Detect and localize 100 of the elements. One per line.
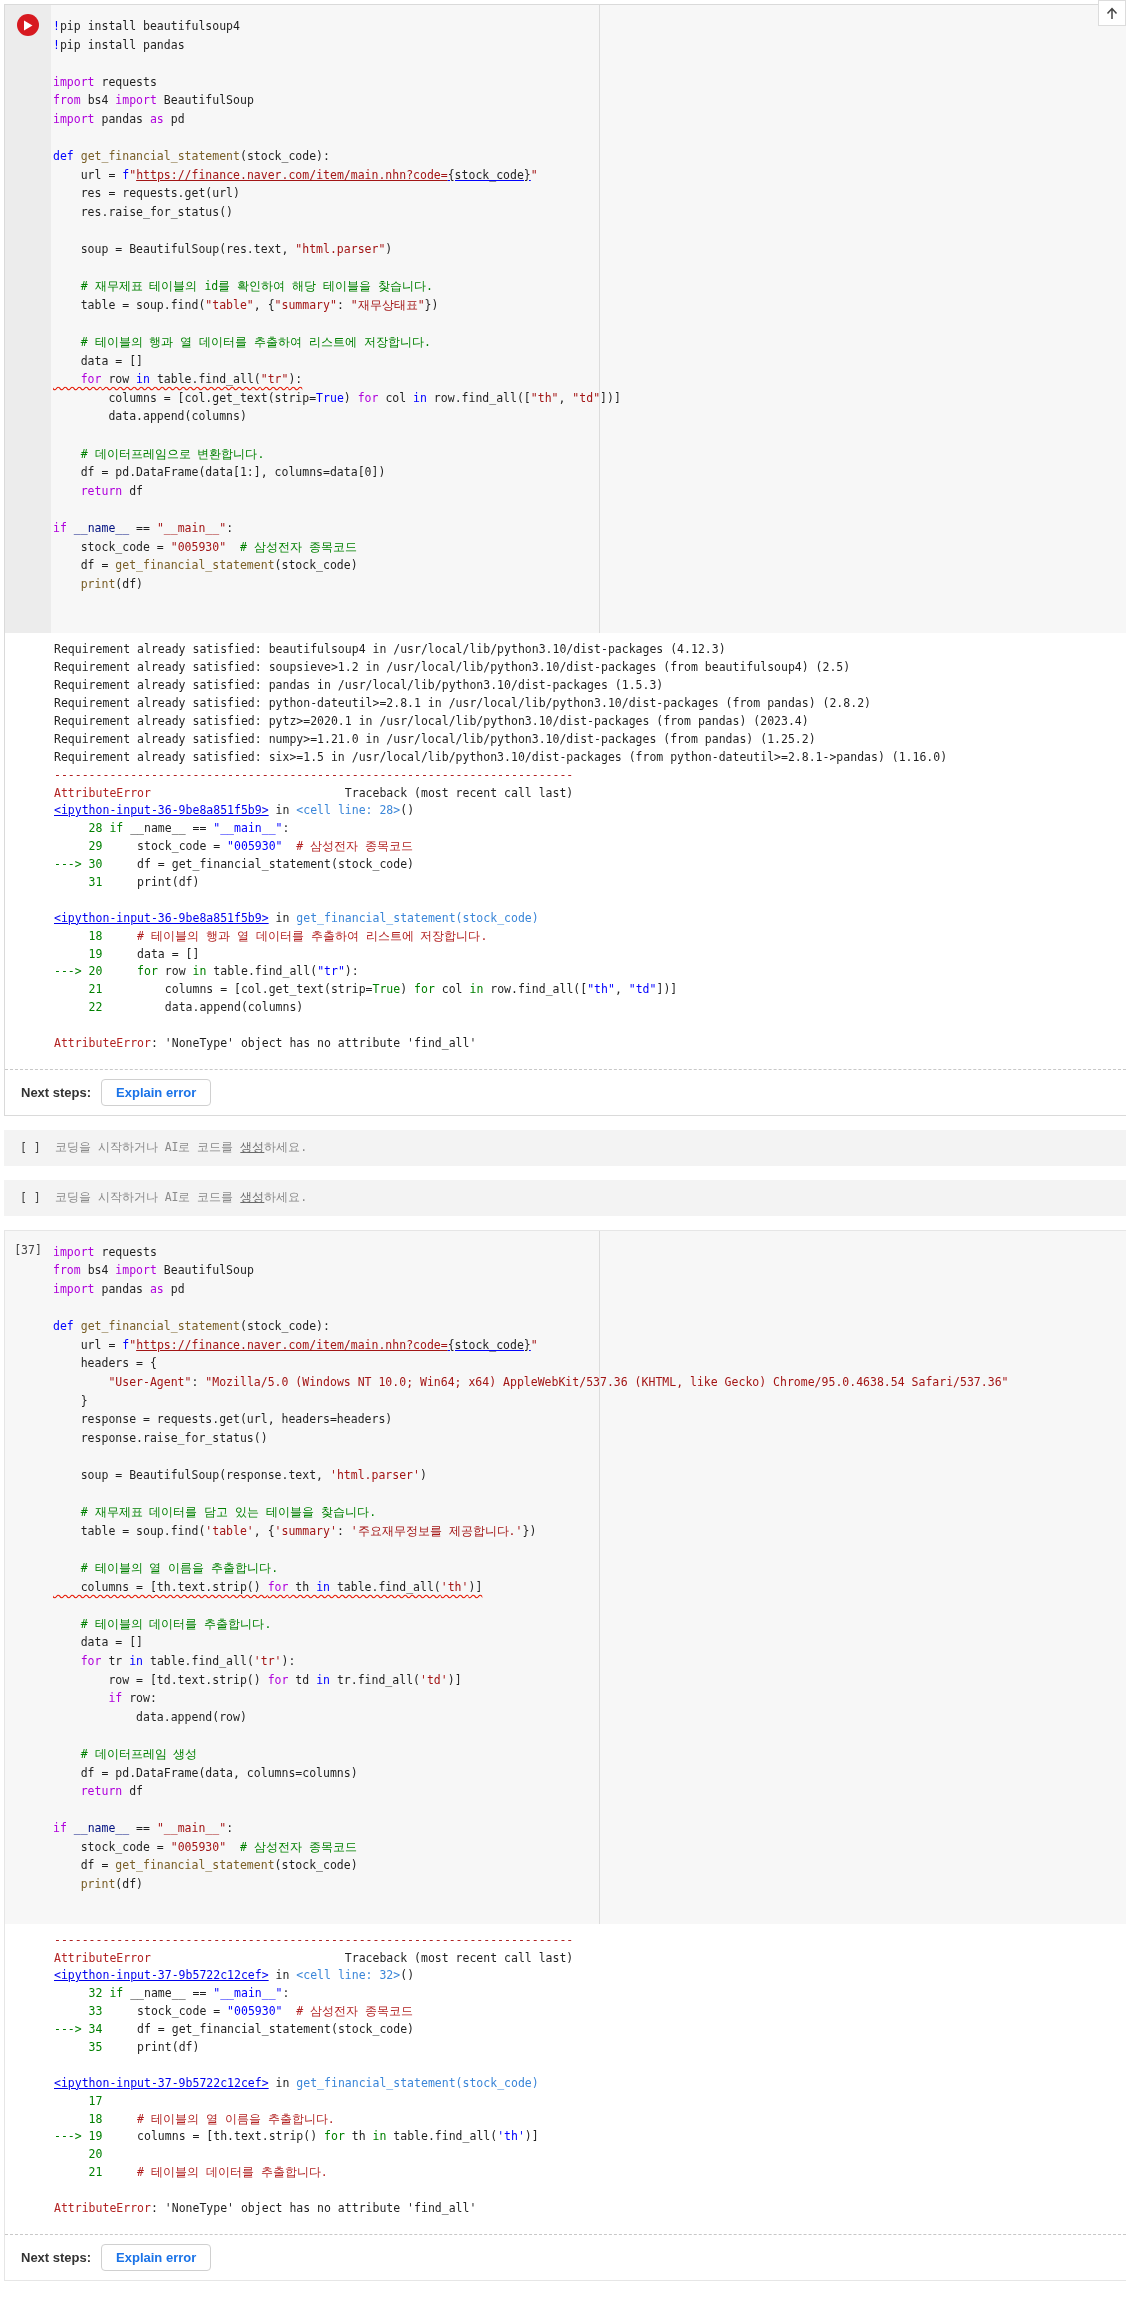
output-line: <ipython-input-36-9be8a851f5b9> in get_financial_statement(stock_code) [54, 909, 539, 927]
output-line: 21 # 테이블의 데이터를 추출합니다. [87, 2164, 328, 2182]
code-line: response.raise_for_status() [79, 1429, 268, 1447]
output-line: ---> 19 columns = [th.text.strip() for th in table.find_all('th')] [54, 2128, 539, 2146]
execution-count: [ ] [20, 1140, 41, 1158]
code-line: def get_financial_statement(stock_code): [53, 148, 330, 166]
traceback-link[interactable]: <ipython-input-36-9be8a851f5b9> [54, 803, 269, 818]
empty-code-cell[interactable]: [ ] 코딩을 시작하거나 AI로 코드를 생성하세요. [4, 1129, 1126, 1166]
output-line: 35 print(df) [87, 2039, 200, 2056]
code-line: df = get_financial_statement(stock_code) [79, 557, 358, 575]
empty-code-cell[interactable]: [ ] 코딩을 시작하거나 AI로 코드를 생성하세요. [4, 1179, 1126, 1216]
code-line: url = f"https://finance.naver.com/item/main.nhn?code={stock_code}" [79, 1336, 538, 1354]
next-steps-label: Next steps: [21, 1084, 92, 1100]
output-line: 32 if __name__ == "__main__": [87, 1985, 290, 2003]
code-line: soup = BeautifulSoup(response.text, 'html.parser') [79, 1467, 427, 1484]
traceback-link[interactable]: <ipython-input-36-9be8a851f5b9> [54, 910, 269, 925]
code-line: data.append(row) [135, 1708, 247, 1726]
traceback-link[interactable]: <ipython-input-37-9b5722c12cef> [54, 2075, 269, 2090]
output-line: 17 [87, 2092, 103, 2110]
next-steps-label: Next steps: [21, 2249, 92, 2265]
code-line: print(df) [79, 575, 143, 593]
output-line: ---> 30 df = get_financial_statement(stock_code) [54, 856, 415, 874]
output-line: 19 data = [] [87, 945, 200, 963]
code-line: table = soup.find('table', {'summary': '주요재무정보를 제공합니다.'}) [79, 1522, 537, 1540]
code-line: data = [] [79, 352, 143, 370]
code-line: from bs4 import BeautifulSoup [53, 92, 254, 110]
output-line: <ipython-input-37-9b5722c12cef> in <cell line: 32>() [54, 1967, 415, 1985]
code-line: data = [] [79, 1634, 143, 1652]
code-line: table = soup.find("table", {"summary": "재무상태표"}) [79, 296, 439, 314]
output-line: Requirement already satisfied: pytz>=2020.1 in /usr/local/lib/python3.10/dist-packages (from pandas) (2023.4) [54, 712, 809, 730]
code-line: print(df) [79, 1876, 143, 1894]
code-line: } [79, 1392, 88, 1410]
code-line: import requests [53, 73, 157, 91]
code-line: if __name__ == "__main__": [53, 520, 234, 538]
output-line: Requirement already satisfied: soupsieve>1.2 in /usr/local/lib/python3.10/dist-packages (from beautifulsoup4) (2.5) [54, 659, 851, 677]
code-line: # 재무제표 테이블의 id를 확인하여 해당 테이블을 찾습니다. [79, 278, 433, 296]
code-line: !pip install beautifulsoup4 [53, 18, 240, 35]
output-line: <ipython-input-37-9b5722c12cef> in get_financial_statement(stock_code) [54, 2074, 539, 2092]
code-line: data.append(columns) [107, 408, 247, 426]
output-line: 28 if __name__ == "__main__": [87, 820, 290, 838]
output-line: 31 print(df) [87, 874, 200, 891]
output-line: ---> 34 df = get_financial_statement(stock_code) [54, 2021, 415, 2039]
code-line: from bs4 import BeautifulSoup [53, 1262, 254, 1280]
code-line: import pandas as pd [53, 1281, 185, 1299]
cell-placeholder: 코딩을 시작하거나 AI로 코드를 생성하세요. [54, 1140, 308, 1156]
arrow-up-button[interactable] [1098, 0, 1126, 26]
explain-error-button[interactable]: Explain error [101, 1078, 212, 1106]
output-line: Requirement already satisfied: python-dateutil>=2.8.1 in /usr/local/lib/python3.10/dist-packages (from pandas) (2.8.2) [54, 695, 871, 713]
code-line: if __name__ == "__main__": [53, 1820, 234, 1838]
output-line: 33 stock_code = "005930" # 삼성전자 종목코드 [87, 2003, 414, 2021]
output-line: AttributeError: 'NoneType' object has no attribute 'find_all' [54, 1035, 477, 1052]
execution-count: [ ] [20, 1190, 41, 1208]
code-line: df = get_financial_statement(stock_code) [79, 1857, 358, 1875]
code-line: response = requests.get(url, headers=headers) [79, 1411, 393, 1429]
output-line: 20 [87, 2146, 103, 2164]
code-line: res = requests.get(url) [79, 185, 240, 203]
code-line: headers = { [79, 1355, 157, 1373]
code-line: soup = BeautifulSoup(res.text, "html.parser") [79, 241, 393, 259]
output-line: ---> 20 for row in table.find_all("tr"): [54, 963, 359, 981]
output-line: <ipython-input-36-9be8a851f5b9> in <cell line: 28>() [54, 802, 415, 820]
code-line: return df [79, 1783, 144, 1801]
generate-link[interactable]: 생성 [240, 1190, 265, 1205]
execution-count: [37] [14, 1241, 42, 1259]
cell-placeholder: 코딩을 시작하거나 AI로 코드를 생성하세요. [54, 1190, 308, 1206]
generate-link[interactable]: 생성 [240, 1140, 265, 1155]
code-line: # 테이블의 열 이름을 추출합니다. [79, 1560, 279, 1577]
code-line: for row in table.find_all("tr"): [79, 371, 303, 389]
output-line: 21 columns = [col.get_text(strip=True) for col in row.find_all(["th", "td"])] [87, 981, 678, 999]
explain-error-button[interactable]: Explain error [101, 2243, 212, 2271]
output-line: Requirement already satisfied: six>=1.5 in /usr/local/lib/python3.10/dist-packages (from python-dateutil>=2.8.1->pandas) (1.16.0) [54, 748, 948, 766]
run-button[interactable] [17, 14, 39, 36]
code-line: for tr in table.find_all('tr'): [79, 1652, 296, 1670]
code-line: stock_code = "005930" # 삼성전자 종목코드 [79, 538, 357, 556]
output-line: Requirement already satisfied: beautifulsoup4 in /usr/local/lib/python3.10/dist-packages (4.12.3) [54, 641, 726, 659]
output-line: Requirement already satisfied: numpy>=1.21.0 in /usr/local/lib/python3.10/dist-packages (from pandas) (1.25.2) [54, 730, 816, 748]
code-line: stock_code = "005930" # 삼성전자 종목코드 [79, 1838, 357, 1856]
code-line: # 데이터프레임 생성 [79, 1745, 198, 1763]
output-line: --------------------------------------------------------------------------- [54, 766, 574, 784]
code-line: "User-Agent": "Mozilla/5.0 (Windows NT 10.0; Win64; x64) AppleWebKit/537.36 (KHTML, like Gecko) Chrome/95.0.4638.54 Safari/537.36" [107, 1374, 1009, 1392]
output-line: 22 data.append(columns) [87, 999, 304, 1017]
code-line: def get_financial_statement(stock_code): [53, 1318, 330, 1336]
output-line: AttributeError Traceback (most recent call last) [54, 1949, 574, 1967]
code-line: import pandas as pd [53, 110, 185, 128]
output-line: 29 stock_code = "005930" # 삼성전자 종목코드 [87, 838, 414, 856]
output-line: --------------------------------------------------------------------------- [54, 1931, 574, 1949]
code-line: !pip install pandas [53, 36, 185, 54]
play-icon [23, 19, 33, 31]
code-line: res.raise_for_status() [79, 203, 233, 221]
output-line: AttributeError: 'NoneType' object has no attribute 'find_all' [54, 2200, 477, 2218]
code-line: import requests [53, 1243, 157, 1261]
code-line: # 테이블의 행과 열 데이터를 추출하여 리스트에 저장합니다. [79, 334, 431, 352]
output-line: 18 # 테이블의 열 이름을 추출합니다. [87, 2110, 335, 2128]
traceback-link[interactable]: <ipython-input-37-9b5722c12cef> [54, 1968, 269, 1983]
code-line: columns = [th.text.strip() for th in table.find_all('th')] [79, 1578, 483, 1596]
output-line: AttributeError Traceback (most recent call last) [54, 784, 574, 802]
code-line: return df [79, 482, 144, 500]
arrow-up-icon [1106, 6, 1118, 20]
code-line: df = pd.DataFrame(data, columns=columns) [79, 1764, 358, 1782]
output-line: 18 # 테이블의 행과 열 데이터를 추출하여 리스트에 저장합니다. [87, 927, 488, 945]
code-line: row = [td.text.strip() for td in tr.find_all('td')] [107, 1671, 462, 1689]
